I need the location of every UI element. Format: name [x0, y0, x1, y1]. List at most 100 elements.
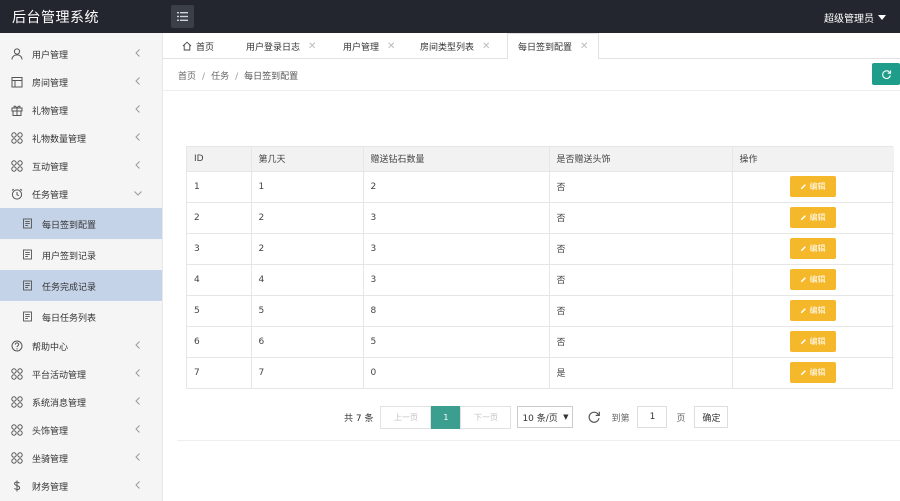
pencil-icon: [800, 308, 806, 314]
gift-icon: [11, 105, 23, 116]
refresh-button[interactable]: [872, 63, 900, 85]
sidebar-item-mount[interactable]: 坐骑管理: [0, 444, 162, 472]
table-header-row: ID 第几天 赠送钻石数量 是否赠送头饰 操作: [187, 147, 894, 172]
cell-id: 6: [187, 326, 252, 358]
cell-headwear: 是: [549, 357, 733, 388]
edit-button[interactable]: 编辑: [789, 176, 836, 197]
prev-page-button[interactable]: 上一页: [380, 405, 432, 429]
edit-label: 编辑: [809, 244, 826, 253]
edit-button[interactable]: 编辑: [789, 207, 836, 228]
close-icon[interactable]: ✕: [387, 41, 395, 52]
sidebar: 用户管理 房间管理 礼物管理 礼物数量管理 互动管理 任务管理 每日签到配置 用…: [0, 33, 163, 501]
cell-day: 7: [251, 357, 364, 388]
cell-diamonds: 2: [363, 171, 550, 203]
sidebar-item-task[interactable]: 任务管理: [0, 180, 162, 208]
tab-user-login-log[interactable]: 用户登录日志 ✕: [246, 33, 316, 59]
breadcrumb-home[interactable]: 首页: [178, 72, 196, 82]
sidebar-subitem-label: 每日任务列表: [42, 314, 97, 324]
sidebar-item-help[interactable]: 帮助中心: [0, 332, 162, 360]
sidebar-subitem-daily-checkin-config[interactable]: 每日签到配置: [0, 208, 162, 239]
sidebar-item-label: 礼物管理: [32, 107, 69, 117]
goto-page-input[interactable]: 1: [637, 406, 668, 428]
sidebar-item-gift[interactable]: 礼物管理: [0, 96, 162, 124]
table-row: 1 1 2 否 编辑: [187, 171, 894, 203]
menu-toggle-button[interactable]: [171, 5, 194, 28]
table-row: 7 7 0 是 编辑: [187, 357, 894, 388]
sidebar-subitem-user-checkin-log[interactable]: 用户签到记录: [0, 239, 162, 270]
sidebar-item-label: 财务管理: [32, 483, 69, 493]
next-page-button[interactable]: 下一页: [460, 405, 512, 429]
cell-id: 4: [187, 264, 252, 296]
sidebar-subitem-label: 任务完成记录: [42, 283, 97, 293]
pencil-icon: [800, 246, 806, 252]
sidebar-item-headwear[interactable]: 头饰管理: [0, 416, 162, 444]
column-header-actions: 操作: [732, 147, 894, 172]
sidebar-subitem-label: 每日签到配置: [42, 221, 97, 231]
cell-day: 1: [251, 171, 364, 203]
sidebar-item-label: 平台活动管理: [32, 371, 87, 381]
column-header-headwear[interactable]: 是否赠送头饰: [549, 147, 733, 172]
chevron-down-icon: [134, 191, 142, 196]
refresh-icon[interactable]: [587, 410, 601, 424]
sidebar-item-user[interactable]: 用户管理: [0, 40, 162, 68]
close-icon[interactable]: ✕: [580, 41, 588, 52]
tab-user-management[interactable]: 用户管理 ✕: [343, 33, 395, 59]
sidebar-item-interaction[interactable]: 互动管理: [0, 152, 162, 180]
cell-actions: 编辑: [732, 202, 894, 234]
close-icon[interactable]: ✕: [308, 41, 316, 52]
edit-label: 编辑: [809, 337, 826, 346]
document-icon: [23, 280, 32, 291]
grid-icon: [11, 132, 23, 144]
cell-headwear: 否: [549, 202, 733, 234]
cell-id: 2: [187, 202, 252, 234]
edit-label: 编辑: [809, 182, 826, 191]
tab-label: 首页: [196, 42, 215, 53]
sidebar-subitem-task-completion-log[interactable]: 任务完成记录: [0, 270, 162, 301]
refresh-icon: [881, 69, 891, 79]
current-page-button[interactable]: 1: [431, 405, 461, 429]
document-icon: [23, 218, 32, 229]
sidebar-item-label: 头饰管理: [32, 427, 69, 437]
cell-actions: 编辑: [732, 264, 894, 296]
column-header-diamonds[interactable]: 赠送钻石数量: [363, 147, 550, 172]
edit-button[interactable]: 编辑: [789, 362, 836, 384]
goto-confirm-button[interactable]: 确定: [694, 406, 729, 428]
table-row: 5 5 8 否 编辑: [187, 295, 894, 327]
edit-button[interactable]: 编辑: [789, 269, 836, 290]
edit-button[interactable]: 编辑: [789, 300, 836, 321]
column-header-day[interactable]: 第几天: [251, 147, 364, 172]
table-row: 6 6 5 否 编辑: [187, 326, 894, 358]
sidebar-item-room[interactable]: 房间管理: [0, 68, 162, 96]
page-size-select[interactable]: 10 条/页 ▼: [517, 406, 574, 428]
sidebar-item-gift-quantity[interactable]: 礼物数量管理: [0, 124, 162, 152]
pencil-icon: [800, 277, 806, 283]
sidebar-item-finance[interactable]: 财务管理: [0, 472, 162, 500]
chevron-left-icon: [135, 369, 140, 377]
sidebar-item-label: 房间管理: [32, 79, 69, 89]
tab-room-type-list[interactable]: 房间类型列表 ✕: [420, 33, 490, 59]
sidebar-item-platform-activity[interactable]: 平台活动管理: [0, 360, 162, 388]
sidebar-subitem-daily-task-list[interactable]: 每日任务列表: [0, 301, 162, 332]
grid-icon: [11, 160, 23, 172]
breadcrumb-section[interactable]: 任务: [211, 72, 229, 82]
cell-day: 4: [251, 264, 364, 296]
edit-button[interactable]: 编辑: [789, 238, 836, 259]
page-size-value: 10 条/页: [522, 413, 558, 424]
column-header-id[interactable]: ID: [187, 147, 252, 172]
cell-actions: 编辑: [732, 233, 894, 265]
goto-label: 到第: [611, 413, 630, 424]
sidebar-item-label: 用户管理: [32, 51, 69, 61]
user-icon: [11, 48, 23, 60]
sidebar-item-system-message[interactable]: 系统消息管理: [0, 388, 162, 416]
cell-headwear: 否: [549, 233, 733, 265]
close-icon[interactable]: ✕: [482, 41, 490, 52]
pencil-icon: [800, 184, 806, 190]
cell-diamonds: 3: [363, 202, 550, 234]
grid-icon: [11, 368, 23, 380]
tab-daily-checkin-config[interactable]: 每日签到配置 ✕: [507, 33, 600, 60]
edit-button[interactable]: 编辑: [789, 331, 836, 352]
user-menu[interactable]: 超级管理员: [824, 10, 886, 25]
tab-label: 房间类型列表: [420, 42, 475, 53]
tab-home[interactable]: 首页: [182, 33, 214, 59]
app-title: 后台管理系统: [12, 10, 99, 26]
